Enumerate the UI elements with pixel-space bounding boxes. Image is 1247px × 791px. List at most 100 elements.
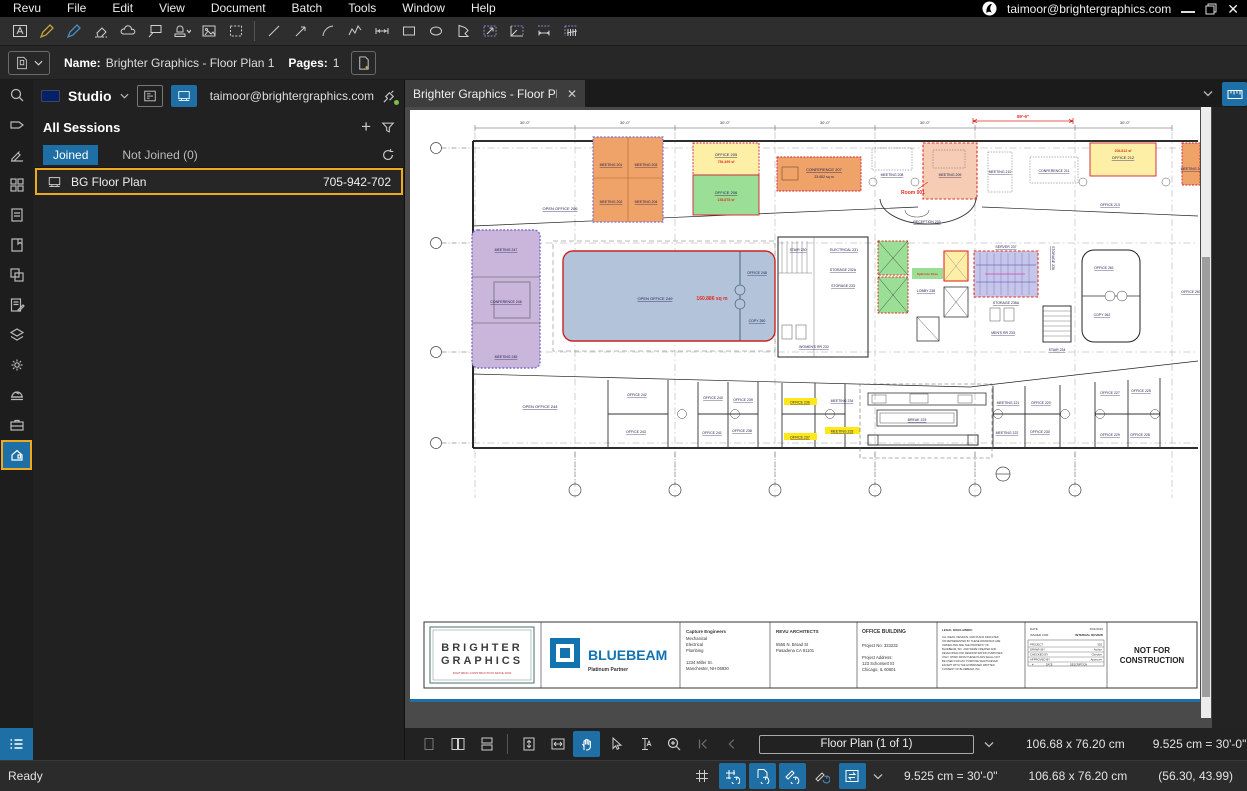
pan-tool-button[interactable]: [573, 731, 600, 757]
dimension-label: 30'-0": [720, 120, 731, 125]
room-001-note[interactable]: Room 001: [901, 190, 925, 196]
status-chevron-icon[interactable]: [873, 773, 883, 780]
arrow-tool[interactable]: [287, 19, 314, 44]
measure-perimeter-tool[interactable]: [503, 19, 530, 44]
snap-to-markup-toggle[interactable]: [779, 763, 806, 789]
first-page-button[interactable]: [689, 731, 716, 757]
highlighter-tool[interactable]: [60, 19, 87, 44]
image-tool[interactable]: [195, 19, 222, 44]
gear-icon[interactable]: [0, 350, 33, 380]
fit-page-button[interactable]: [515, 731, 542, 757]
measure-area-tool[interactable]: [476, 19, 503, 44]
sync-views-toggle[interactable]: [839, 763, 866, 789]
previous-page-button[interactable]: [718, 731, 745, 757]
printer-icon[interactable]: [0, 380, 33, 410]
studio-sessions-button[interactable]: [171, 85, 197, 107]
area-label[interactable]: 160.886 sq m: [696, 296, 728, 302]
measure-count-tool[interactable]: [557, 19, 584, 44]
dimension-label: 30'-0": [620, 120, 631, 125]
ellipse-tool[interactable]: [422, 19, 449, 44]
filter-icon[interactable]: [381, 121, 395, 134]
sets-icon[interactable]: [0, 320, 33, 350]
document-tab[interactable]: Brighter Graphics - Floor Plan 1 ✕: [405, 80, 585, 107]
markups-list-toggle[interactable]: [0, 728, 33, 760]
continuous-view-button[interactable]: [473, 731, 500, 757]
zoom-tool-button[interactable]: [660, 731, 687, 757]
split-note[interactable]: Split into three: [917, 272, 938, 276]
account-email[interactable]: taimoor@brightergraphics.com: [1007, 2, 1171, 16]
measure-length-tool[interactable]: [530, 19, 557, 44]
side-by-side-view-button[interactable]: [444, 731, 471, 757]
dimension-tool[interactable]: [368, 19, 395, 44]
line-tool[interactable]: [260, 19, 287, 44]
markup-list-icon[interactable]: [0, 290, 33, 320]
new-session-button[interactable]: +: [361, 120, 371, 134]
callout-tool[interactable]: [141, 19, 168, 44]
cloud-tool[interactable]: [114, 19, 141, 44]
snap-to-content-toggle[interactable]: [749, 763, 776, 789]
menu-batch[interactable]: Batch: [279, 0, 336, 17]
signature-icon[interactable]: [0, 140, 33, 170]
menu-help[interactable]: Help: [458, 0, 509, 17]
office-205-markup[interactable]: [693, 143, 759, 175]
minimize-button[interactable]: [1181, 11, 1195, 13]
page-select-box[interactable]: Floor Plan (1 of 1): [759, 735, 974, 754]
search-icon[interactable]: [0, 80, 33, 110]
stamp-tool[interactable]: [168, 19, 195, 44]
tab-joined[interactable]: Joined: [43, 145, 98, 165]
connection-icon[interactable]: [382, 89, 397, 104]
floor-plan-page[interactable]: 30'-0" 30'-0" 30'-0" 30'-0" 30'-0" 30'-0…: [410, 110, 1200, 702]
properties-tag-icon[interactable]: [0, 110, 33, 140]
snapshot-tool[interactable]: [222, 19, 249, 44]
thumbnails-icon[interactable]: [0, 170, 33, 200]
office-206-markup[interactable]: [693, 175, 759, 215]
menu-file[interactable]: File: [54, 0, 99, 17]
text-box-tool[interactable]: [6, 19, 33, 44]
tab-close-icon[interactable]: ✕: [567, 87, 577, 101]
menu-edit[interactable]: Edit: [99, 0, 146, 17]
polyline-tool[interactable]: [341, 19, 368, 44]
meeting-209-highlight[interactable]: [923, 143, 977, 199]
tab-list-chevron-icon[interactable]: [1203, 90, 1213, 97]
studio-chevron-icon[interactable]: [120, 93, 129, 99]
insert-page-button[interactable]: [351, 51, 376, 75]
file-access-icon[interactable]: [0, 230, 33, 260]
fit-width-button[interactable]: [544, 731, 571, 757]
select-text-button[interactable]: [631, 731, 658, 757]
grid-toggle[interactable]: [689, 763, 716, 789]
pen-tool[interactable]: [33, 19, 60, 44]
vertical-scrollbar[interactable]: [1201, 107, 1211, 718]
refresh-icon[interactable]: [381, 148, 395, 162]
page-list-chevron-icon[interactable]: [984, 741, 994, 748]
menu-document[interactable]: Document: [198, 0, 279, 17]
menu-revu[interactable]: Revu: [0, 0, 54, 17]
select-tool-button[interactable]: [602, 731, 629, 757]
tool-chest-icon[interactable]: [0, 410, 33, 440]
tab-not-joined[interactable]: Not Joined (0): [112, 145, 207, 165]
menu-tools[interactable]: Tools: [335, 0, 389, 17]
menu-window[interactable]: Window: [389, 0, 458, 17]
studio-panel-icon[interactable]: [1, 440, 32, 470]
conference-207-markup[interactable]: [777, 157, 861, 191]
document-switcher[interactable]: [8, 51, 50, 75]
single-page-view-button[interactable]: [415, 731, 442, 757]
arc-tool[interactable]: [314, 19, 341, 44]
bookmarks-icon[interactable]: [0, 200, 33, 230]
red-dimension-label[interactable]: 59'-6": [1017, 114, 1029, 119]
measurements-panel-button[interactable]: [1222, 82, 1247, 106]
rectangle-tool[interactable]: [395, 19, 422, 44]
room-label: OFFICE 220: [1031, 401, 1051, 405]
reuse-markup-toggle[interactable]: [809, 763, 836, 789]
polygon-tool[interactable]: [449, 19, 476, 44]
menu-view[interactable]: View: [146, 0, 198, 17]
snap-to-grid-toggle[interactable]: [719, 763, 746, 789]
eraser-tool[interactable]: [87, 19, 114, 44]
document-canvas[interactable]: 30'-0" 30'-0" 30'-0" 30'-0" 30'-0" 30'-0…: [405, 107, 1247, 728]
session-item[interactable]: BG Floor Plan 705-942-702: [35, 168, 403, 195]
vertical-scrollbar-thumb[interactable]: [1202, 257, 1210, 697]
restore-button[interactable]: [1205, 3, 1217, 15]
close-button[interactable]: ✕: [1227, 2, 1239, 16]
layers-layout-icon[interactable]: [0, 260, 33, 290]
region-flag-icon[interactable]: [41, 90, 60, 102]
studio-projects-button[interactable]: [137, 85, 163, 107]
